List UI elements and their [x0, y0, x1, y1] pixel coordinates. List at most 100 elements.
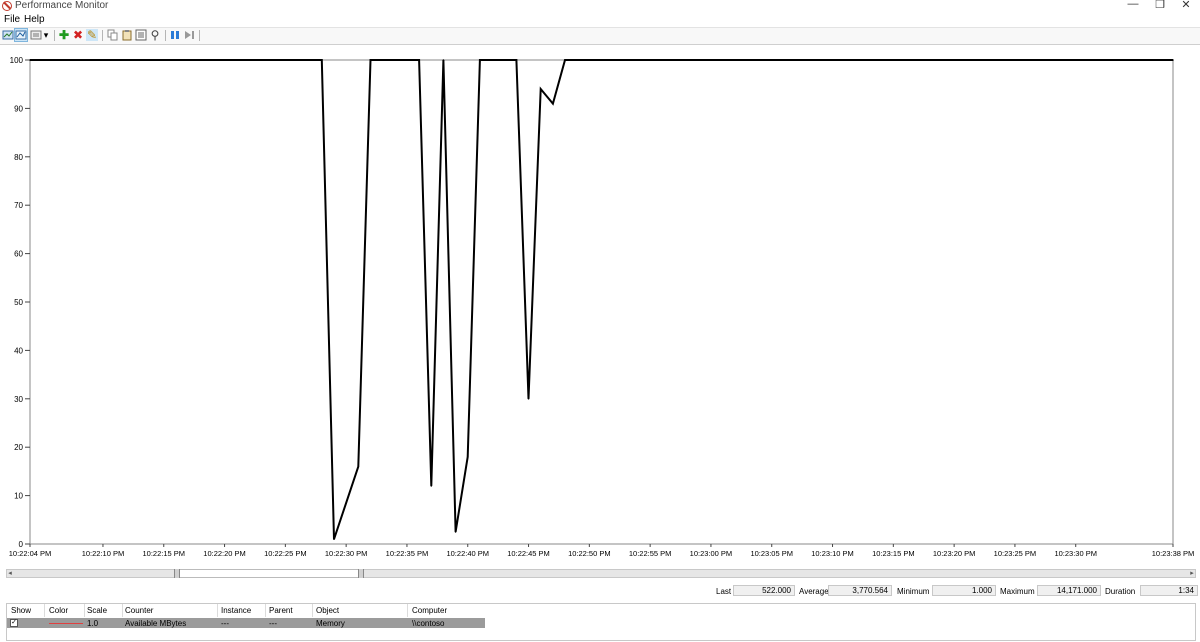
x-tick-label: 10:22:04 PM	[9, 549, 52, 558]
performance-monitor-icon	[2, 1, 12, 11]
toolbar-separator	[102, 30, 103, 41]
maximum-label: Maximum	[1000, 587, 1035, 596]
column-divider	[265, 604, 266, 617]
time-range-selection[interactable]	[178, 569, 360, 578]
x-tick-label: 10:23:00 PM	[690, 549, 733, 558]
restore-button[interactable]: ❐	[1147, 0, 1173, 12]
view-current-activity-icon[interactable]	[2, 29, 14, 41]
data-point	[479, 59, 481, 61]
window-title: Performance Monitor	[15, 0, 109, 11]
x-tick-label: 10:22:50 PM	[568, 549, 611, 558]
close-button[interactable]: ✕	[1173, 0, 1199, 12]
x-tick-label: 10:22:35 PM	[386, 549, 429, 558]
y-tick-label: 0	[19, 540, 24, 549]
toolbar-separator	[165, 30, 166, 41]
counter-object: Memory	[316, 619, 345, 628]
minimize-button[interactable]: —	[1120, 0, 1146, 12]
menu-help[interactable]: Help	[24, 14, 45, 25]
counter-parent: ---	[269, 619, 277, 628]
x-tick-label: 10:23:10 PM	[811, 549, 854, 558]
data-point	[418, 59, 420, 61]
last-label: Last	[716, 587, 732, 596]
counter-instance: ---	[221, 619, 229, 628]
y-tick-label: 30	[14, 395, 23, 404]
column-divider	[312, 604, 313, 617]
column-header-parent[interactable]: Parent	[269, 606, 293, 615]
data-point	[564, 59, 566, 61]
scroll-left-arrow[interactable]: ◂	[6, 569, 14, 578]
x-tick-label: 10:22:15 PM	[142, 549, 185, 558]
x-tick-label: 10:23:15 PM	[872, 549, 915, 558]
y-tick-label: 90	[14, 104, 23, 113]
y-tick-label: 10	[14, 492, 23, 501]
y-tick-label: 80	[14, 153, 23, 162]
minimum-value: 1.000	[932, 585, 996, 596]
show-checkbox[interactable]: ✓	[10, 619, 18, 627]
counter-scale: 1.0	[87, 619, 99, 628]
x-tick-label: 10:23:05 PM	[750, 549, 793, 558]
column-divider	[217, 604, 218, 617]
data-point	[466, 456, 469, 458]
data-point	[369, 59, 372, 61]
y-tick-label: 70	[14, 201, 23, 210]
column-header-object[interactable]: Object	[316, 606, 339, 615]
highlight-icon[interactable]: ✎	[86, 29, 98, 41]
column-header-instance[interactable]: Instance	[221, 606, 251, 615]
x-tick-label: 10:23:20 PM	[933, 549, 976, 558]
data-point	[1172, 59, 1174, 61]
performance-graph[interactable]: 0 10 20 30 40 50 60 70 80 90 100 10:22:04 PM 10:22:1…	[0, 44, 1200, 566]
x-tick-label: 10:23:25 PM	[994, 549, 1037, 558]
data-point	[321, 59, 323, 61]
data-point	[357, 465, 360, 468]
paste-counter-list-icon[interactable]	[121, 29, 133, 41]
column-divider	[84, 604, 85, 617]
x-tick-label: 10:22:40 PM	[446, 549, 489, 558]
column-divider	[122, 604, 123, 617]
menu-bar: File Help	[0, 13, 1200, 26]
maximum-value: 14,171.000	[1037, 585, 1101, 596]
range-end-handle[interactable]	[358, 569, 364, 578]
x-tick-label: 10:22:30 PM	[325, 549, 368, 558]
y-tick-label: 20	[14, 443, 23, 452]
view-report-icon[interactable]	[30, 29, 42, 41]
column-divider	[44, 604, 45, 617]
minimum-label: Minimum	[897, 587, 930, 596]
menu-file[interactable]: File	[4, 14, 20, 25]
y-tick-label: 50	[14, 298, 23, 307]
dropdown-arrow-icon[interactable]: ▾	[42, 29, 50, 41]
zoom-icon[interactable]: ⚲	[149, 29, 161, 41]
data-point	[333, 538, 335, 540]
add-counter-icon[interactable]: ✚	[58, 29, 70, 41]
x-tick-label: 10:23:30 PM	[1054, 549, 1097, 558]
range-start-handle[interactable]	[174, 569, 180, 578]
update-data-icon[interactable]	[183, 29, 195, 41]
data-point	[552, 102, 554, 105]
x-tick-label: 10:22:45 PM	[507, 549, 550, 558]
data-point	[442, 59, 445, 61]
data-point	[454, 531, 457, 533]
data-point	[539, 88, 542, 90]
plot-area	[29, 59, 1174, 545]
column-divider	[407, 604, 408, 617]
column-header-scale[interactable]: Scale	[87, 606, 107, 615]
delete-counter-icon[interactable]: ✖	[72, 29, 84, 41]
line-chart: 0 10 20 30 40 50 60 70 80 90 100 10:22:04 PM 10:22:1…	[9, 56, 1195, 558]
scroll-right-arrow[interactable]: ▸	[1188, 569, 1196, 578]
duration-value: 1:34	[1140, 585, 1198, 596]
toolbar: ▾ ✚ ✖ ✎ ⚲	[0, 27, 1200, 45]
x-tick-label: 10:22:25 PM	[264, 549, 307, 558]
counter-legend: Show Color Scale Counter Instance Parent…	[6, 603, 1196, 641]
copy-properties-icon[interactable]	[107, 29, 119, 41]
counter-computer: \\contoso	[412, 619, 445, 628]
column-header-computer[interactable]: Computer	[412, 606, 447, 615]
x-tick-label: 10:23:38 PM	[1152, 549, 1195, 558]
properties-icon[interactable]	[135, 29, 147, 41]
change-graph-type-icon[interactable]	[14, 28, 28, 42]
data-point	[29, 59, 31, 61]
column-header-color[interactable]: Color	[49, 606, 68, 615]
x-tick-label: 10:22:55 PM	[629, 549, 672, 558]
freeze-display-icon[interactable]	[169, 29, 181, 41]
column-header-show[interactable]: Show	[11, 606, 31, 615]
toolbar-separator	[199, 30, 200, 41]
column-header-counter[interactable]: Counter	[125, 606, 153, 615]
